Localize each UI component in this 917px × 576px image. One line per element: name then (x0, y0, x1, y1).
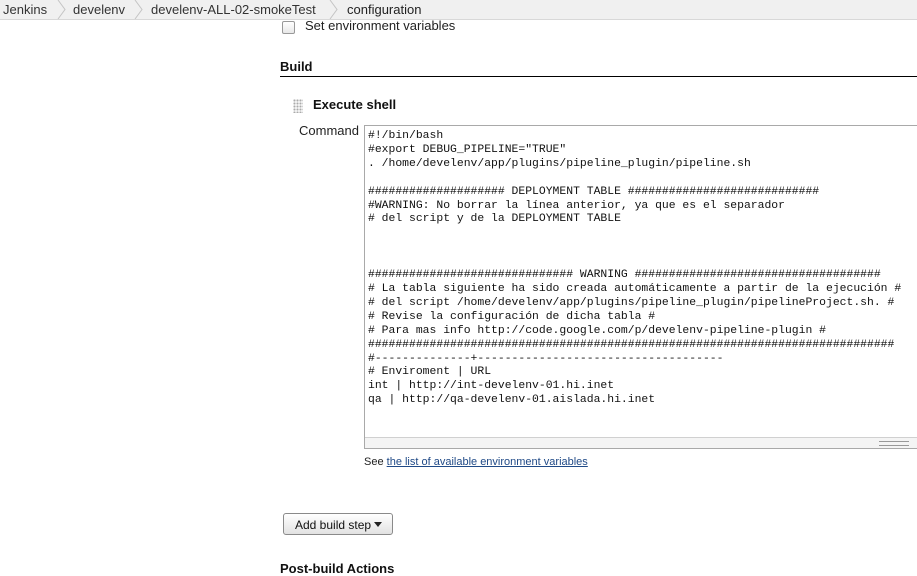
add-build-step-button[interactable]: Add build step (283, 513, 393, 535)
see-prefix: See (364, 456, 387, 468)
breadcrumb-job[interactable]: develenv-ALL-02-smokeTest (151, 0, 316, 19)
breadcrumb-separator-icon (134, 0, 143, 19)
dropdown-caret-icon (374, 522, 382, 527)
command-label: Command (299, 123, 359, 138)
build-section-title: Build (280, 59, 917, 77)
execute-shell-title: Execute shell (313, 97, 397, 112)
command-text: #!/bin/bash #export DEBUG_PIPELINE="TRUE… (368, 130, 902, 407)
breadcrumb-separator-icon (57, 0, 66, 19)
set-env-vars-checkbox[interactable] (282, 21, 295, 34)
env-vars-help: See the list of available environment va… (364, 456, 588, 468)
breadcrumb: Jenkins develenv develenv-ALL-02-smokeTe… (0, 0, 917, 20)
breadcrumb-separator-icon (329, 0, 338, 19)
drag-handle-icon[interactable] (293, 99, 303, 113)
set-env-vars-label: Set environment variables (305, 18, 456, 33)
resize-grip-icon[interactable] (879, 441, 909, 446)
command-textarea[interactable]: #!/bin/bash #export DEBUG_PIPELINE="TRUE… (364, 125, 917, 449)
add-build-step-label: Add build step (295, 518, 372, 532)
textarea-resize-bar[interactable] (365, 437, 917, 448)
breadcrumb-configuration[interactable]: configuration (347, 0, 421, 19)
breadcrumb-jenkins[interactable]: Jenkins (3, 0, 47, 19)
env-vars-list-link[interactable]: the list of available environment variab… (387, 456, 588, 468)
breadcrumb-develenv[interactable]: develenv (73, 0, 125, 19)
